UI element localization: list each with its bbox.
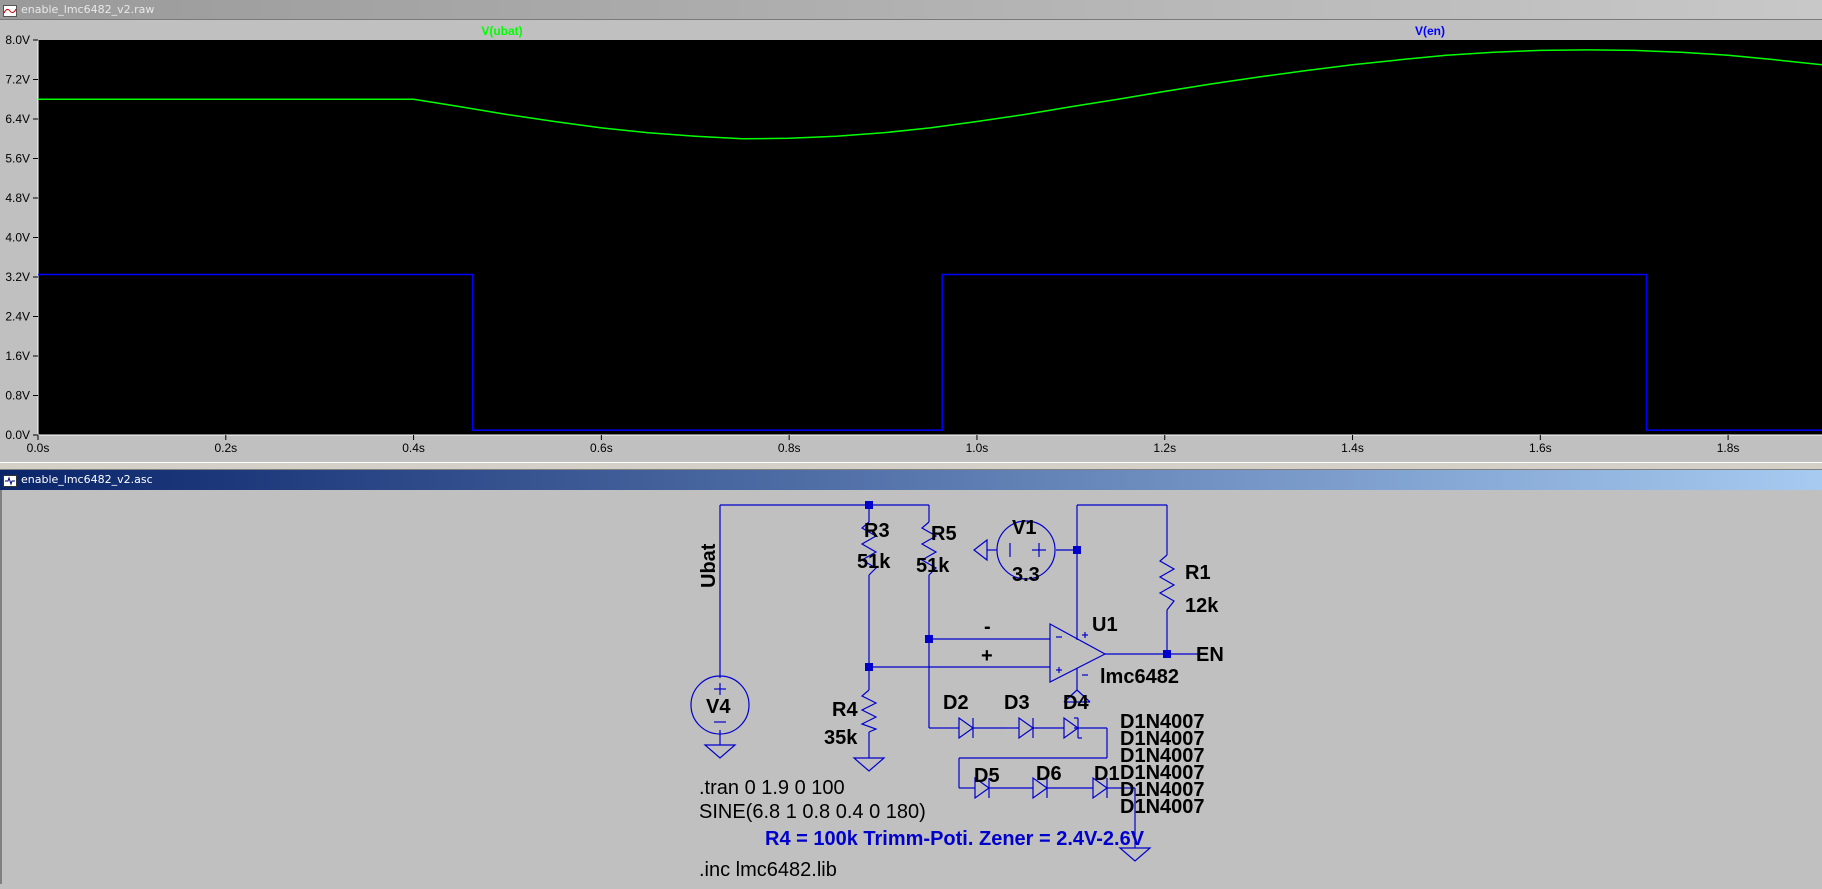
waveform-window-icon bbox=[3, 4, 17, 17]
x-tick-label: 1.4s bbox=[1341, 441, 1364, 455]
waveform-title-bar[interactable]: enable_lmc6482_v2.raw bbox=[0, 0, 1822, 20]
x-tick-label: 1.8s bbox=[1717, 441, 1740, 455]
sine-directive: SINE(6.8 1 0.8 0.4 0 180) bbox=[699, 801, 926, 823]
x-axis-ticks: 0.0s 0.2s 0.4s 0.6s 0.8s 1.0s 1.2s 1.4s 1.6s 1.8s bbox=[27, 435, 1740, 455]
x-tick-label: 1.6s bbox=[1529, 441, 1552, 455]
v4-name: V4 bbox=[706, 696, 731, 718]
schematic-drawing[interactable]: Ubat R3 51k R5 51k V1 3.3 R1 12k U1 lmc6… bbox=[2, 490, 1822, 884]
d3-name: D3 bbox=[1004, 692, 1030, 714]
y-tick-label: 8.0V bbox=[5, 33, 30, 47]
legend-trace-ubat[interactable]: V(ubat) bbox=[481, 24, 522, 38]
r3-value: 51k bbox=[857, 551, 891, 573]
d6-name: D6 bbox=[1036, 763, 1062, 785]
y-tick-label: 0.8V bbox=[5, 389, 30, 403]
x-tick-label: 0.0s bbox=[27, 441, 50, 455]
spice-directives[interactable]: .tran 0 1.9 0 100 SINE(6.8 1 0.8 0.4 0 1… bbox=[699, 777, 1145, 881]
y-axis-ticks: 0.0V 0.8V 1.6V 2.4V 3.2V 4.0V 4.8V 5.6V 6.4V 7.2V… bbox=[5, 33, 38, 442]
d2-name: D2 bbox=[943, 692, 969, 714]
u1-model: lmc6482 bbox=[1100, 666, 1179, 688]
schematic-window-icon bbox=[3, 474, 17, 487]
legend-trace-en[interactable]: V(en) bbox=[1415, 24, 1445, 38]
opamp-minus-label: - bbox=[984, 616, 991, 638]
y-tick-label: 1.6V bbox=[5, 349, 30, 363]
x-tick-label: 1.0s bbox=[966, 441, 989, 455]
r1-name: R1 bbox=[1185, 562, 1211, 584]
u1-name: U1 bbox=[1092, 614, 1118, 636]
r1-resistor bbox=[1158, 554, 1176, 611]
y-tick-label: 0.0V bbox=[5, 428, 30, 442]
en-net-label: EN bbox=[1196, 644, 1224, 666]
schematic-title-bar[interactable]: enable_lmc6482_v2.asc bbox=[0, 470, 1822, 490]
r5-name: R5 bbox=[931, 523, 957, 545]
y-tick-label: 3.2V bbox=[5, 270, 30, 284]
d5-name: D5 bbox=[974, 765, 1000, 787]
d4-name: D4 bbox=[1063, 692, 1089, 714]
r4-value: 35k bbox=[824, 727, 858, 749]
inc-directive: .inc lmc6482.lib bbox=[699, 859, 837, 881]
d3-diode bbox=[1005, 716, 1064, 740]
r1-value: 12k bbox=[1185, 595, 1219, 617]
x-tick-label: 0.6s bbox=[590, 441, 613, 455]
y-tick-label: 2.4V bbox=[5, 310, 30, 324]
v1-value: 3.3 bbox=[1012, 564, 1040, 586]
tran-directive: .tran 0 1.9 0 100 bbox=[699, 777, 845, 799]
waveform-chart[interactable]: 0.0V 0.8V 1.6V 2.4V 3.2V 4.0V 4.8V 5.6V 6.4V 7.2V… bbox=[0, 20, 1822, 462]
x-tick-label: 0.2s bbox=[214, 441, 237, 455]
ubat-label: Ubat bbox=[698, 543, 720, 588]
y-tick-label: 6.4V bbox=[5, 112, 30, 126]
r4-resistor bbox=[860, 689, 878, 733]
comment-text: R4 = 100k Trimm-Poti. Zener = 2.4V-2.6V bbox=[765, 828, 1145, 850]
x-tick-label: 0.8s bbox=[778, 441, 801, 455]
schematic-canvas[interactable]: Ubat R3 51k R5 51k V1 3.3 R1 12k U1 lmc6… bbox=[0, 490, 1822, 884]
d1-name: D1 bbox=[1094, 763, 1120, 785]
diode-model-6: D1N4007 bbox=[1120, 796, 1205, 818]
waveform-plot-pane[interactable]: 0.0V 0.8V 1.6V 2.4V 3.2V 4.0V 4.8V 5.6V 6.4V 7.2V… bbox=[0, 20, 1822, 462]
r5-value: 51k bbox=[916, 555, 950, 577]
opamp-plus-label: + bbox=[981, 645, 993, 667]
x-tick-label: 0.4s bbox=[402, 441, 425, 455]
y-tick-label: 7.2V bbox=[5, 73, 30, 87]
x-tick-label: 1.2s bbox=[1153, 441, 1176, 455]
pane-splitter[interactable] bbox=[0, 462, 1822, 470]
r4-name: R4 bbox=[832, 699, 858, 721]
y-tick-label: 5.6V bbox=[5, 152, 30, 166]
y-tick-label: 4.0V bbox=[5, 231, 30, 245]
waveform-window-title: enable_lmc6482_v2.raw bbox=[21, 3, 155, 16]
y-tick-label: 4.8V bbox=[5, 191, 30, 205]
v1-name: V1 bbox=[1012, 517, 1036, 539]
d2-diode bbox=[945, 716, 1005, 740]
schematic-window-title: enable_lmc6482_v2.asc bbox=[21, 473, 153, 486]
r3-name: R3 bbox=[864, 520, 890, 542]
